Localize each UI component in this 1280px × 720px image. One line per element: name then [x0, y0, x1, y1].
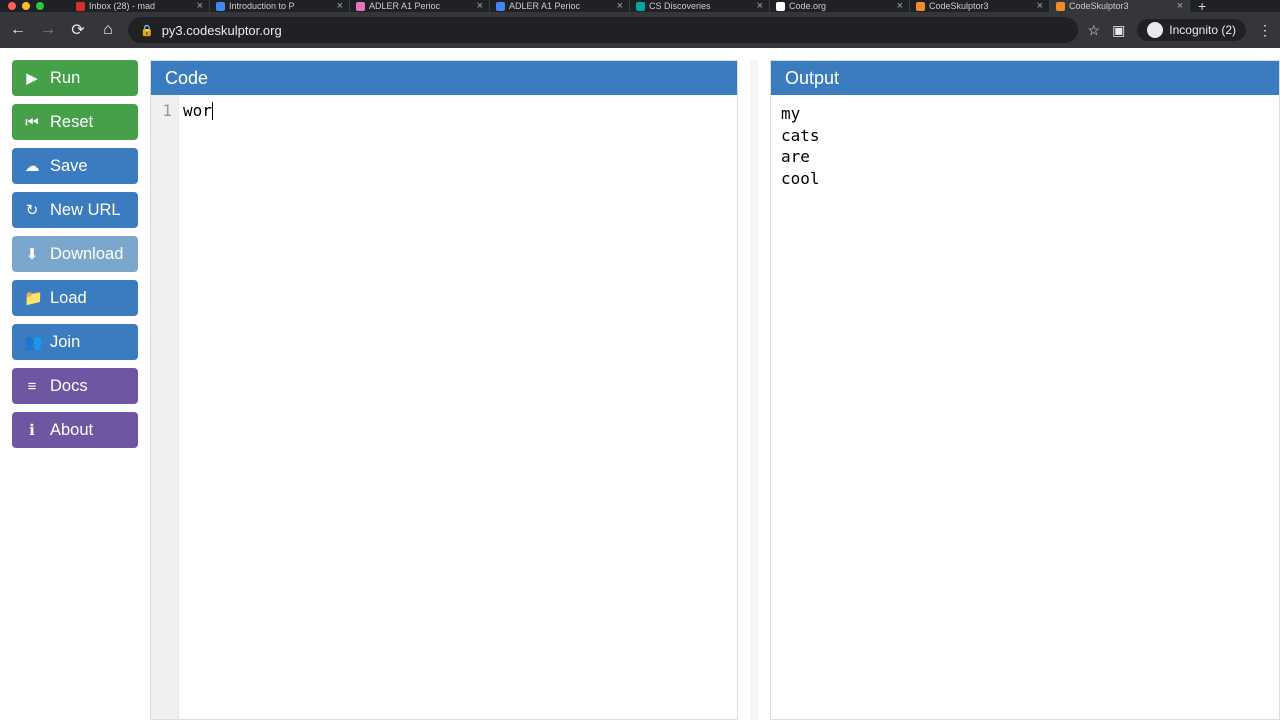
button-label: Save — [50, 157, 88, 176]
close-tab-icon[interactable]: × — [337, 0, 343, 12]
join-icon: 👥 — [24, 333, 40, 351]
tab-title: ADLER A1 Perioc — [369, 1, 473, 11]
browser-tab[interactable]: Inbox (28) - mad × — [70, 0, 210, 12]
close-tab-icon[interactable]: × — [1037, 0, 1043, 12]
nav-bar: ← → ⟳ ⌂ 🔒 py3.codeskulptor.org ☆ ▣ Incog… — [0, 12, 1280, 48]
line-number: 1 — [151, 101, 172, 120]
tab-title: CodeSkulptor3 — [1069, 1, 1173, 11]
favicon — [356, 2, 365, 11]
reset-icon: ⏮ — [24, 114, 40, 131]
download-icon: ⬇ — [24, 245, 40, 263]
output-panel-title: Output — [785, 68, 839, 89]
save-button[interactable]: ☁ Save — [12, 148, 138, 184]
docs-button[interactable]: ≡ Docs — [12, 368, 138, 404]
favicon — [776, 2, 785, 11]
button-label: Load — [50, 289, 87, 308]
url-text: py3.codeskulptor.org — [162, 23, 282, 38]
tab-strip: Inbox (28) - mad×Introduction to P×ADLER… — [0, 0, 1280, 12]
home-button[interactable]: ⌂ — [98, 21, 118, 39]
button-label: New URL — [50, 201, 121, 220]
button-label: Run — [50, 69, 80, 88]
code-text[interactable]: wor — [179, 95, 217, 719]
window-controls[interactable] — [8, 2, 44, 10]
output-panel: Output my cats are cool — [770, 60, 1280, 720]
favicon — [76, 2, 85, 11]
reset-button[interactable]: ⏮ Reset — [12, 104, 138, 140]
back-button[interactable]: ← — [8, 21, 28, 39]
code-panel-header: Code — [151, 61, 737, 95]
load-button[interactable]: 📁 Load — [12, 280, 138, 316]
minimize-window-icon[interactable] — [22, 2, 30, 10]
join-button[interactable]: 👥 Join — [12, 324, 138, 360]
reload-button[interactable]: ⟳ — [68, 20, 88, 40]
close-tab-icon[interactable]: × — [757, 0, 763, 12]
line-gutter: 1 — [151, 95, 179, 719]
app: ▶ Run ⏮ Reset ☁ Save ↻ New URL ⬇ Download 📁 Load 👥 Jo… — [0, 48, 1280, 720]
output-text: my cats are cool — [771, 95, 1279, 719]
run-icon: ▶ — [24, 69, 40, 87]
button-label: Download — [50, 245, 123, 264]
tab-title: CS Discoveries — [649, 1, 753, 11]
save-icon: ☁ — [24, 157, 40, 175]
favicon — [496, 2, 505, 11]
incognito-indicator[interactable]: Incognito (2) — [1137, 19, 1246, 41]
favicon — [1056, 2, 1065, 11]
close-tab-icon[interactable]: × — [477, 0, 483, 12]
browser-tab[interactable]: ADLER A1 Perioc × — [490, 0, 630, 12]
toolbar-right: ☆ ▣ Incognito (2) ⋮ — [1088, 19, 1273, 41]
browser-tab[interactable]: CodeSkulptor3 × — [910, 0, 1050, 12]
incognito-label: Incognito (2) — [1169, 23, 1236, 37]
url-bar[interactable]: 🔒 py3.codeskulptor.org — [128, 17, 1078, 43]
output-panel-header: Output — [771, 61, 1279, 95]
button-label: About — [50, 421, 93, 440]
browser-tab[interactable]: CS Discoveries × — [630, 0, 770, 12]
docs-icon: ≡ — [24, 378, 40, 395]
sidebar: ▶ Run ⏮ Reset ☁ Save ↻ New URL ⬇ Download 📁 Load 👥 Jo… — [12, 60, 138, 720]
new-url-button[interactable]: ↻ New URL — [12, 192, 138, 228]
button-label: Docs — [50, 377, 88, 396]
browser-chrome: Inbox (28) - mad×Introduction to P×ADLER… — [0, 0, 1280, 48]
browser-tab[interactable]: ADLER A1 Perioc × — [350, 0, 490, 12]
tab-title: ADLER A1 Perioc — [509, 1, 613, 11]
star-icon[interactable]: ☆ — [1088, 22, 1101, 39]
button-label: Join — [50, 333, 80, 352]
button-label: Reset — [50, 113, 93, 132]
load-icon: 📁 — [24, 289, 40, 307]
tab-title: Introduction to P — [229, 1, 333, 11]
tab-title: Code.org — [789, 1, 893, 11]
favicon — [216, 2, 225, 11]
tab-title: CodeSkulptor3 — [929, 1, 1033, 11]
close-tab-icon[interactable]: × — [897, 0, 903, 12]
browser-tab[interactable]: CodeSkulptor3 × — [1050, 0, 1190, 12]
new-tab-button[interactable]: + — [1190, 0, 1214, 14]
code-panel: Code 1 wor — [150, 60, 738, 720]
download-button[interactable]: ⬇ Download — [12, 236, 138, 272]
close-window-icon[interactable] — [8, 2, 16, 10]
about-button[interactable]: ℹ About — [12, 412, 138, 448]
text-cursor — [212, 102, 213, 120]
favicon — [916, 2, 925, 11]
menu-icon[interactable]: ⋮ — [1258, 22, 1272, 39]
code-editor[interactable]: 1 wor — [151, 95, 737, 719]
code-panel-title: Code — [165, 68, 208, 89]
code-line[interactable]: wor — [183, 101, 213, 120]
about-icon: ℹ — [24, 421, 40, 439]
browser-tab[interactable]: Introduction to P × — [210, 0, 350, 12]
lock-icon: 🔒 — [140, 24, 154, 37]
run-button[interactable]: ▶ Run — [12, 60, 138, 96]
browser-tab[interactable]: Code.org × — [770, 0, 910, 12]
incognito-icon — [1147, 22, 1163, 38]
close-tab-icon[interactable]: × — [617, 0, 623, 12]
panel-splitter[interactable] — [750, 60, 758, 720]
close-tab-icon[interactable]: × — [1177, 0, 1183, 12]
tab-title: Inbox (28) - mad — [89, 1, 193, 11]
code-line-text: wor — [183, 101, 212, 120]
cast-icon[interactable]: ▣ — [1112, 22, 1125, 39]
forward-button[interactable]: → — [38, 21, 58, 39]
new-url-icon: ↻ — [24, 201, 40, 219]
favicon — [636, 2, 645, 11]
close-tab-icon[interactable]: × — [197, 0, 203, 12]
maximize-window-icon[interactable] — [36, 2, 44, 10]
